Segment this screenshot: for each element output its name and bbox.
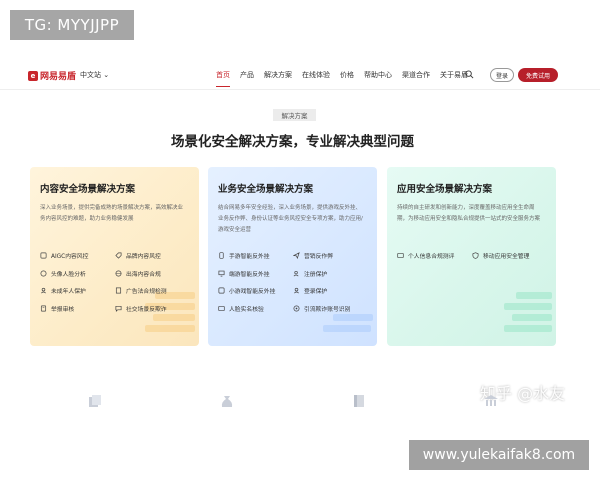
phone-icon xyxy=(219,252,224,259)
section-badge: 解决方案 xyxy=(273,109,316,121)
globe-icon xyxy=(115,270,122,276)
feature-list: 个人信息合规测评 移动应用安全管理 xyxy=(397,251,547,260)
decorative-bars xyxy=(504,288,552,332)
feature-list: AIGC内容风控 品牌内容风控 头像人脸分析 出海内容合规 未成年人保护 广告法… xyxy=(40,251,190,313)
book-icon xyxy=(354,395,364,407)
content-security-card[interactable]: 内容安全场景解决方案 深入业务场景，提供完备成熟的场景解决方案，高效解决业务内容… xyxy=(30,167,199,346)
tag-icon xyxy=(115,252,122,259)
feature-item[interactable]: AIGC内容风控 xyxy=(40,251,115,260)
free-trial-button[interactable]: 免费试用 xyxy=(518,68,558,82)
feature-item[interactable]: 举报审核 xyxy=(40,304,115,313)
menu-item-home[interactable]: 首页 xyxy=(216,70,230,87)
language-label: 中文站 xyxy=(80,71,101,79)
card-description: 深入业务场景，提供完备成熟的场景解决方案，高效解决业务内容风控的难题，助力业务稳… xyxy=(40,205,184,222)
logo[interactable]: e 网易易盾 xyxy=(28,69,76,82)
cube-stack-icon xyxy=(89,395,101,407)
section-headline: 场景化安全解决方案，专业解决典型问题 xyxy=(171,134,414,150)
menu-item-channel[interactable]: 渠道合作 xyxy=(402,70,430,87)
card-title: 业务安全场景解决方案 xyxy=(218,184,314,195)
feature-item[interactable]: 广告法合规检测 xyxy=(115,286,190,295)
document-icon xyxy=(115,287,122,294)
send-icon xyxy=(293,252,300,259)
menu-item-solutions[interactable]: 解决方案 xyxy=(264,70,292,87)
face-icon xyxy=(40,270,47,276)
menu-item-products[interactable]: 产品 xyxy=(240,70,254,87)
login-button[interactable]: 登录 xyxy=(490,68,514,82)
logo-mark-icon: e xyxy=(28,70,38,81)
report-icon xyxy=(40,305,47,311)
card-description: 持续的自主研发和创新能力，深度覆盖移动应用全生命周期，为移动应用安全和隐私合规提… xyxy=(397,205,541,222)
id-card-icon xyxy=(397,252,404,259)
menu-item-pricing[interactable]: 价格 xyxy=(340,70,354,87)
feature-item[interactable]: 个人信息合规测评 xyxy=(397,251,472,260)
monitor-icon xyxy=(218,270,225,276)
main-menu: 首页 产品 解决方案 在线体验 价格 帮助中心 渠道合作 关于易盾 xyxy=(216,70,478,87)
watermark-bottom: www.yulekaifak8.com xyxy=(409,440,589,470)
feature-item[interactable]: 头像人脸分析 xyxy=(40,269,115,278)
target-icon xyxy=(293,305,300,311)
search-icon[interactable] xyxy=(465,70,474,79)
mini-game-icon xyxy=(218,287,225,294)
login-icon xyxy=(294,287,299,294)
business-security-card[interactable]: 业务安全场景解决方案 结合网易多年安全经验，深入业务场景，提供游戏反外挂、业务反… xyxy=(208,167,377,346)
feature-item[interactable]: 品牌内容风控 xyxy=(115,251,190,260)
feature-item[interactable]: 小游戏智能反外挂 xyxy=(218,286,293,295)
money-bag-icon xyxy=(221,396,233,407)
app-security-card[interactable]: 应用安全场景解决方案 持续的自主研发和创新能力，深度覆盖移动应用全生命周期，为移… xyxy=(387,167,556,346)
shield-check-icon xyxy=(472,252,479,259)
logo-text: 网易易盾 xyxy=(40,72,77,82)
card-description: 结合网易多年安全经验，深入业务场景，提供游戏反外挂、业务反作弊、身份认证等业务风… xyxy=(218,205,363,233)
user-icon xyxy=(41,287,46,294)
feature-item[interactable]: 出海内容合规 xyxy=(115,269,190,278)
feature-item[interactable]: 注册保护 xyxy=(293,269,368,278)
feature-item[interactable]: 人脸实名核验 xyxy=(218,304,293,313)
feature-item[interactable]: 端游智能反外挂 xyxy=(218,269,293,278)
decorative-bars xyxy=(323,310,373,332)
watermark-top: TG: MYYJJPP xyxy=(10,10,134,40)
chevron-down-icon: ⌄ xyxy=(103,71,110,79)
user-add-icon xyxy=(293,270,299,276)
feature-item[interactable]: 登录保护 xyxy=(293,286,368,295)
id-card-icon xyxy=(218,305,225,311)
feature-list: 手游智能反外挂 营销反作弊 端游智能反外挂 注册保护 小游戏智能反外挂 登录保护… xyxy=(218,251,368,313)
bank-icon xyxy=(484,395,498,406)
menu-item-help[interactable]: 帮助中心 xyxy=(364,70,392,87)
feature-item[interactable]: 社交场景反欺诈 xyxy=(115,304,190,313)
chat-icon xyxy=(115,305,122,312)
feature-item[interactable]: 引流欺诈账号识别 xyxy=(293,304,368,313)
menu-item-online-demo[interactable]: 在线体验 xyxy=(302,70,330,87)
feature-item[interactable]: 营销反作弊 xyxy=(293,251,368,260)
feature-item[interactable]: 手游智能反外挂 xyxy=(218,251,293,260)
menu-item-about[interactable]: 关于易盾 xyxy=(440,70,468,87)
chip-icon xyxy=(40,252,47,259)
feature-item[interactable]: 移动应用安全管理 xyxy=(472,251,547,260)
feature-item[interactable]: 未成年人保护 xyxy=(40,286,115,295)
language-switcher[interactable]: 中文站 ⌄ xyxy=(80,70,109,80)
card-title: 应用安全场景解决方案 xyxy=(397,184,493,195)
card-title: 内容安全场景解决方案 xyxy=(40,184,136,195)
